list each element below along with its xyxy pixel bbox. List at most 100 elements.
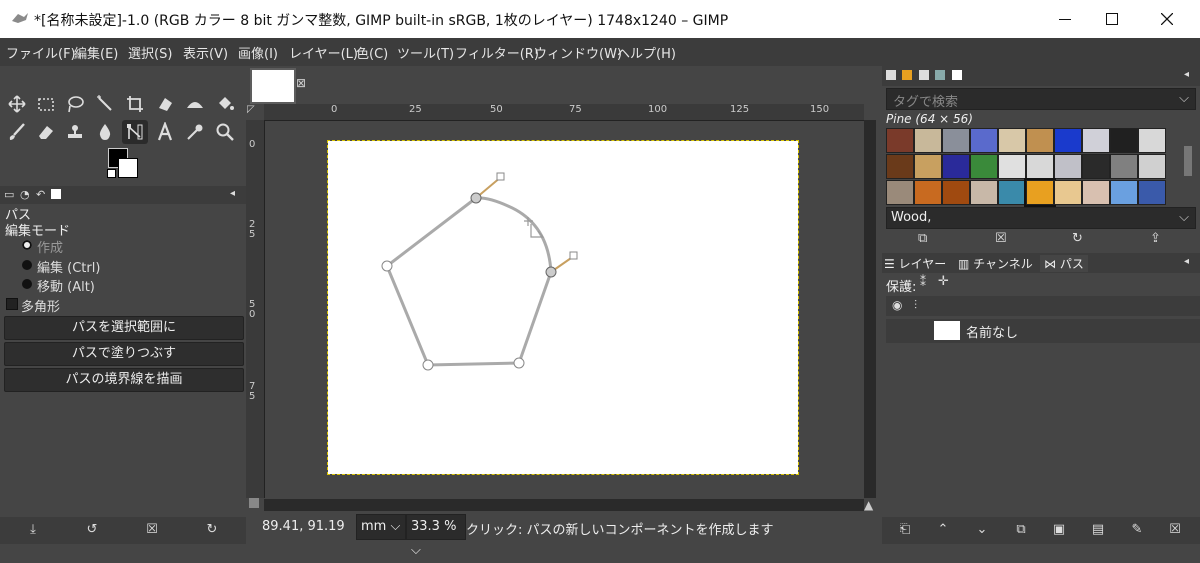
menu-windows[interactable]: ウィンドウ(W) [534,43,622,62]
pattern-swatch[interactable] [1110,128,1138,153]
menu-view[interactable]: 表示(V) [183,43,228,62]
lock-move-icon[interactable]: ✛ [938,274,949,289]
unit-dropdown[interactable]: mm ⌵ [356,514,406,540]
lock-position-icon[interactable]: ⁑ [920,275,926,289]
mode-design-radio[interactable] [22,240,32,250]
polygon-checkbox[interactable] [6,298,18,310]
tab-menu-icon[interactable]: ◂ [1184,256,1189,267]
undo-history-tab-icon[interactable]: ↶ [36,188,45,201]
pattern-swatch[interactable] [1054,180,1082,205]
rect-select-tool[interactable] [33,92,59,116]
pattern-tag-input[interactable]: Wood, ⌵ [886,207,1196,229]
default-colors-icon[interactable] [107,169,116,178]
tab-paths[interactable]: ⋈ パス [1040,255,1088,272]
background-color-swatch[interactable] [118,158,138,178]
fuzzy-select-tool[interactable] [92,92,118,116]
delete-path-icon[interactable]: ☒ [1166,522,1184,540]
minimize-button[interactable] [1042,0,1088,38]
paintbrush-tool[interactable] [4,120,30,144]
restore-options-icon[interactable]: ↺ [83,522,101,540]
pattern-delete-icon[interactable]: ☒ [995,231,1007,246]
paths-tool[interactable] [122,120,148,144]
delete-options-icon[interactable]: ☒ [143,522,161,540]
pattern-swatch[interactable] [998,128,1026,153]
pattern-edit-icon[interactable]: ⧉ [918,231,927,246]
pattern-swatch[interactable] [1026,128,1054,153]
pattern-swatch[interactable] [886,128,914,153]
close-window-button[interactable] [1144,0,1190,38]
device-status-tab-icon[interactable]: ◔ [20,188,30,201]
path-list-item[interactable]: 名前なし [886,319,1200,343]
quick-mask-corner-icon[interactable]: ◸ [247,104,255,115]
tab-menu-icon[interactable]: ◂ [1184,69,1189,80]
path-to-selection-button[interactable]: パスを選択範囲に [4,316,244,340]
menu-image[interactable]: 画像(I) [238,43,278,62]
tab-menu-icon[interactable]: ◂ [230,188,235,199]
tool-options-tab-icon[interactable]: ▭ [4,188,14,201]
pattern-swatch[interactable] [886,180,914,205]
brushes-tab-icon[interactable] [886,70,896,80]
vertical-scrollbar[interactable] [864,120,876,498]
color-picker-tool[interactable] [182,120,208,144]
pattern-swatch[interactable] [998,154,1026,179]
close-image-tab-icon[interactable]: ⊠ [296,76,306,90]
pattern-swatch[interactable] [970,180,998,205]
pattern-swatch[interactable] [998,180,1026,205]
images-tab-icon[interactable] [51,189,61,199]
tag-search-input[interactable]: タグで検索 ⌵ [886,88,1196,110]
image-tab-thumbnail[interactable] [250,68,296,104]
menu-select[interactable]: 選択(S) [128,43,172,62]
image-canvas[interactable] [327,140,799,475]
warp-tool[interactable] [182,92,208,116]
fill-path-button[interactable]: パスで塗りつぶす [4,342,244,366]
pattern-swatch[interactable] [1026,154,1054,179]
menu-tools[interactable]: ツール(T) [397,43,454,62]
menu-file[interactable]: ファイル(F) [6,43,76,62]
pattern-swatch[interactable] [1138,128,1166,153]
blur-tool[interactable] [92,120,118,144]
pattern-swatch[interactable] [970,128,998,153]
reset-options-icon[interactable]: ↻ [203,522,221,540]
pattern-scrollbar[interactable] [1184,146,1192,176]
pattern-refresh-icon[interactable]: ↻ [1072,231,1083,246]
pattern-swatch[interactable] [1138,154,1166,179]
fonts-tab-icon[interactable] [919,70,929,80]
palettes-tab-icon[interactable] [952,70,962,80]
horizontal-scrollbar[interactable] [264,499,864,511]
text-tool[interactable] [152,120,178,144]
pattern-swatch[interactable] [914,128,942,153]
path-to-selection-icon[interactable]: ▣ [1050,522,1068,540]
menu-help[interactable]: ヘルプ(H) [617,43,676,62]
selection-to-path-icon[interactable]: ▤ [1089,522,1107,540]
navigate-icon[interactable]: ▲ [864,498,873,512]
pattern-swatch[interactable] [942,154,970,179]
save-options-icon[interactable]: ⤓ [24,522,42,540]
pattern-swatch[interactable] [1082,154,1110,179]
menu-filters[interactable]: フィルター(R) [455,43,539,62]
move-tool[interactable] [4,92,30,116]
pattern-swatch[interactable] [1054,154,1082,179]
zoom-dropdown[interactable]: 33.3 % ⌵ [406,514,466,558]
menu-layer[interactable]: レイヤー(L) [289,43,358,62]
pattern-swatch[interactable] [1024,178,1056,207]
free-select-tool[interactable] [62,92,88,116]
duplicate-path-icon[interactable]: ⧉ [1012,522,1030,540]
clone-tool[interactable] [62,120,88,144]
lower-path-icon[interactable]: ⌄ [973,522,991,540]
raise-path-icon[interactable]: ⌃ [934,522,952,540]
stroke-path-button[interactable]: パスの境界線を描画 [4,368,244,392]
gradients-tab-icon[interactable] [935,70,945,80]
transform-tool[interactable] [152,92,178,116]
pattern-swatch[interactable] [1054,128,1082,153]
stroke-path-icon[interactable]: ✎ [1128,522,1146,540]
pattern-swatch[interactable] [942,180,970,205]
new-path-icon[interactable]: ⎗ [896,522,914,540]
menu-color[interactable]: 色(C) [356,43,388,62]
bucket-fill-tool[interactable] [212,92,238,116]
zoom-tool[interactable] [212,120,238,144]
tab-layers[interactable]: ☰ レイヤー [884,255,946,272]
pattern-swatch[interactable] [1138,180,1166,205]
pattern-swatch[interactable] [1110,154,1138,179]
pattern-open-icon[interactable]: ⇪ [1150,231,1161,246]
pattern-swatch[interactable] [914,180,942,205]
